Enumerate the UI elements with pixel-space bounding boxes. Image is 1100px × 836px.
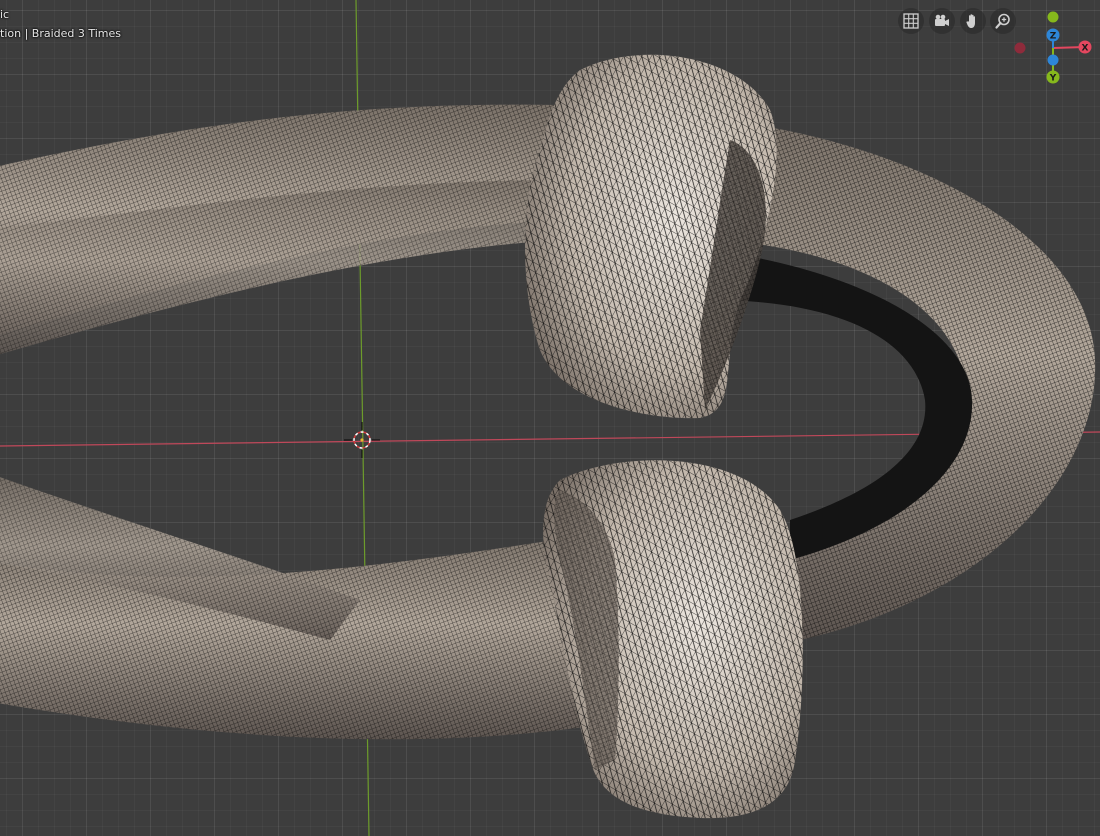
pan-view-button[interactable] bbox=[960, 8, 986, 34]
gizmo-neg-y-handle[interactable] bbox=[1047, 11, 1059, 23]
grid-icon bbox=[903, 13, 919, 29]
view-mode-label: ic bbox=[0, 8, 10, 21]
bead-upper bbox=[525, 54, 777, 419]
object-info-label: tion | Braided 3 Times bbox=[0, 27, 122, 40]
bead-lower bbox=[543, 460, 803, 819]
3d-viewport[interactable]: ic tion | Braided 3 Times X Z Y bbox=[0, 0, 1100, 836]
svg-text:X: X bbox=[1082, 44, 1089, 54]
gizmo-neg-z-handle[interactable] bbox=[1047, 54, 1059, 66]
gizmo-x-handle[interactable]: X bbox=[1078, 40, 1092, 54]
navigation-gizmo[interactable]: X Z Y bbox=[1008, 6, 1098, 90]
tube-back bbox=[0, 104, 560, 355]
toggle-grid-button[interactable] bbox=[898, 8, 924, 34]
camera-view-button[interactable] bbox=[929, 8, 955, 34]
gizmo-y-handle[interactable]: Y bbox=[1046, 70, 1060, 84]
gizmo-neg-x-handle[interactable] bbox=[1014, 42, 1026, 54]
gizmo-z-handle[interactable]: Z bbox=[1046, 28, 1060, 42]
svg-text:Z: Z bbox=[1050, 32, 1057, 42]
scene-canvas[interactable] bbox=[0, 0, 1100, 836]
3d-cursor[interactable] bbox=[344, 422, 380, 458]
camera-icon bbox=[935, 14, 949, 26]
svg-text:Y: Y bbox=[1049, 74, 1057, 84]
hand-icon bbox=[966, 14, 975, 28]
